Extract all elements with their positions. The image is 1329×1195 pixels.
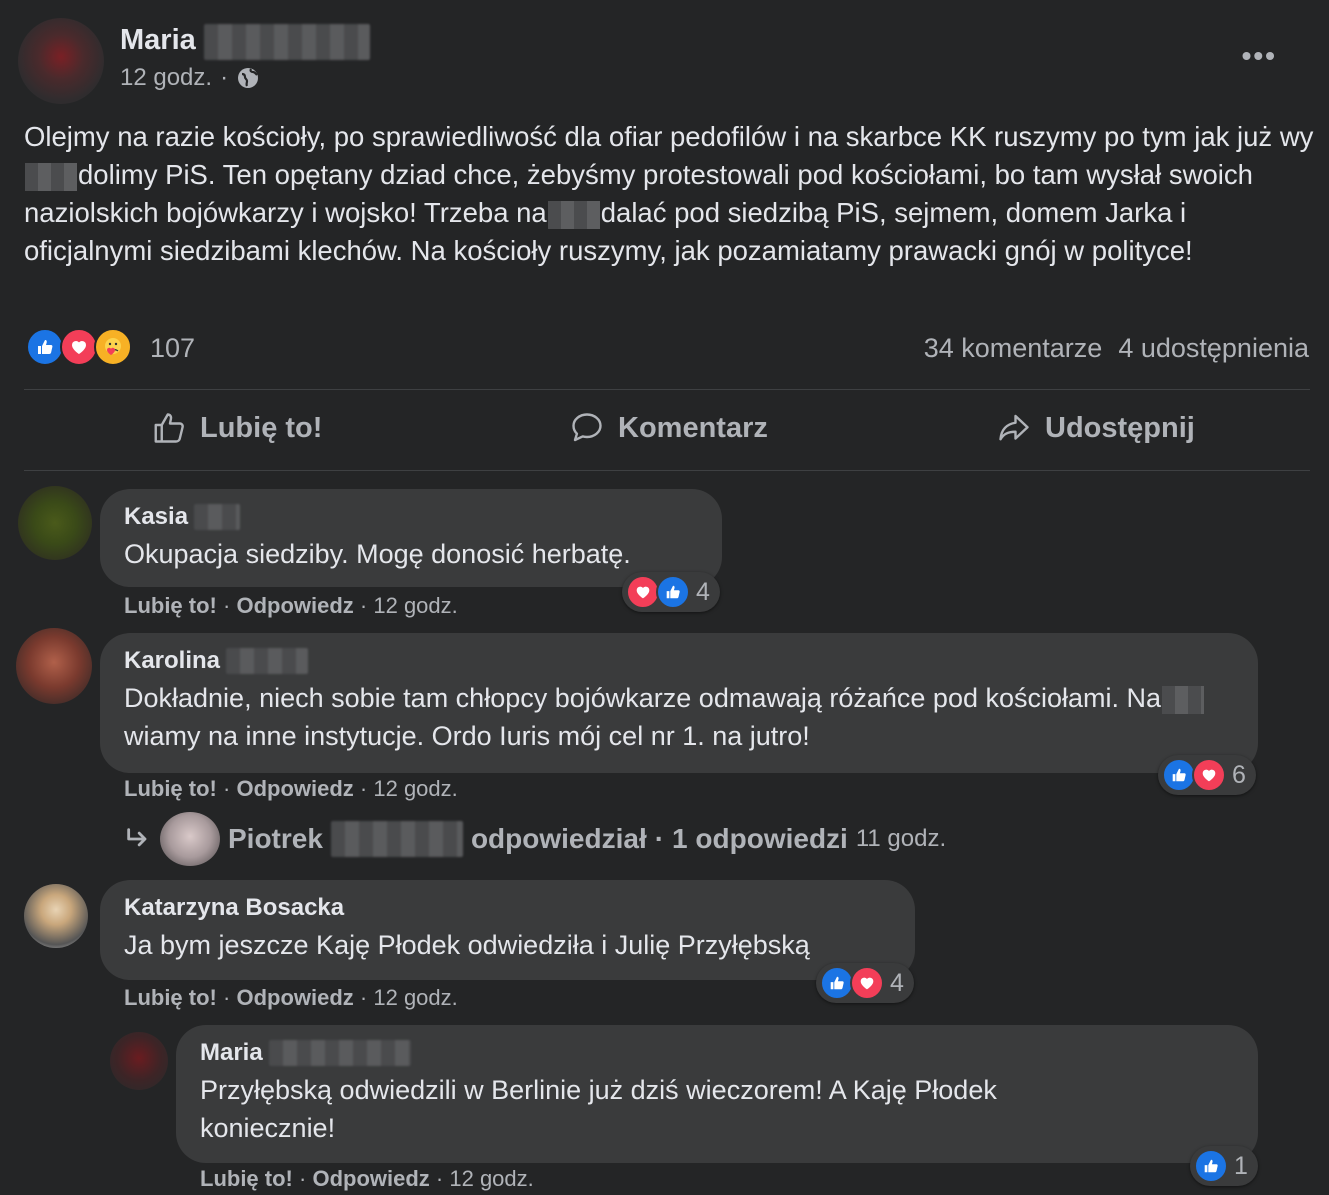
comment-text: Okupacja siedziby. Mogę donosić herbatę.	[124, 539, 631, 569]
comment-text: Dokładnie, niech sobie tam chłopcy bojów…	[124, 679, 1234, 755]
post-reactions[interactable]	[26, 328, 132, 366]
commenter-avatar[interactable]	[18, 486, 92, 560]
redacted-surname	[226, 648, 309, 674]
comment-reactions[interactable]: 4	[622, 572, 720, 612]
post-stats: 34 komentarze 4 udostępnienia	[924, 333, 1309, 364]
comment-actions: Lubię to! · Odpowiedz · 12 godz.	[200, 1166, 534, 1191]
comment-reply-link[interactable]: Odpowiedz	[236, 776, 353, 801]
post-text: Olejmy na razie kościoły, po sprawiedliw…	[24, 121, 1314, 266]
comment-time[interactable]: 12 godz.	[373, 985, 457, 1010]
love-reaction-icon	[850, 966, 884, 1000]
comment-bubble: Kasia Okupacja siedziby. Mogę donosić he…	[100, 489, 722, 587]
redacted-surname	[268, 1040, 411, 1066]
like-reaction-icon	[820, 966, 854, 1000]
comment-text: Ja bym jeszcze Kaję Płodek odwiedziła i …	[124, 930, 810, 960]
redacted-word	[25, 162, 77, 191]
comment-bubble: Maria Przyłębską odwiedzili w Berlinie j…	[176, 1025, 1258, 1163]
divider	[24, 470, 1310, 471]
comment-actions: Lubię to! · Odpowiedz · 12 godz.	[124, 593, 458, 618]
share-button[interactable]: Udostępnij	[995, 410, 1195, 446]
comment-time[interactable]: 12 godz.	[373, 776, 457, 801]
replier-avatar	[160, 812, 220, 866]
redacted-surname	[330, 821, 463, 857]
reply-arrow-icon	[127, 828, 147, 847]
comment-button[interactable]: Komentarz	[568, 410, 768, 446]
shares-count[interactable]: 4 udostępnienia	[1118, 333, 1309, 364]
redacted-word	[1162, 685, 1205, 714]
comment-reactions[interactable]: 4	[816, 963, 914, 1003]
comment-time[interactable]: 12 godz.	[449, 1166, 533, 1191]
comment-reply-link[interactable]: Odpowiedz	[312, 1166, 429, 1191]
like-reaction-icon	[656, 575, 690, 609]
commenter-avatar[interactable]	[16, 628, 92, 704]
comment-actions: Lubię to! · Odpowiedz · 12 godz.	[124, 776, 458, 801]
comment-time[interactable]: 12 godz.	[373, 593, 457, 618]
replier-name: Piotrek	[228, 823, 323, 854]
comment-icon	[572, 413, 602, 442]
commenter-name[interactable]: Kasia	[124, 503, 188, 531]
post-author-name[interactable]: Maria	[120, 24, 196, 57]
comment-reply-link[interactable]: Odpowiedz	[236, 593, 353, 618]
comment-reactions[interactable]: 1	[1190, 1146, 1258, 1186]
commenter-avatar[interactable]	[24, 884, 88, 948]
comment-like-link[interactable]: Lubię to!	[124, 593, 217, 618]
love-reaction-icon	[626, 575, 660, 609]
redacted-surname	[194, 504, 241, 530]
commenter-name[interactable]: Katarzyna Bosacka	[124, 894, 344, 922]
view-replies-link[interactable]: Piotrek odpowiedział · 1 odpowiedzi 11 g…	[124, 812, 946, 866]
comments-count[interactable]: 34 komentarze	[924, 333, 1103, 364]
comment-reply-link[interactable]: Odpowiedz	[236, 985, 353, 1010]
thumbs-up-icon	[154, 413, 184, 443]
reaction-count[interactable]: 107	[150, 333, 195, 364]
comment-like-link[interactable]: Lubię to!	[124, 776, 217, 801]
like-reaction-icon	[1194, 1149, 1228, 1183]
reply-time: 11 godz.	[855, 825, 947, 852]
redacted-word	[547, 200, 600, 229]
reply-count: 1 odpowiedzi	[672, 823, 848, 854]
love-reaction-icon	[1192, 758, 1226, 792]
love-reaction-icon	[60, 328, 98, 366]
share-icon	[999, 414, 1029, 441]
divider	[24, 389, 1310, 390]
commenter-name[interactable]: Maria	[200, 1039, 263, 1067]
more-options-icon[interactable]: •••	[1242, 40, 1277, 72]
post-meta: 12 godz. ·	[120, 64, 260, 92]
post-time[interactable]: 12 godz.	[120, 64, 212, 92]
redacted-surname	[204, 24, 370, 60]
like-reaction-icon	[1162, 758, 1196, 792]
comment-like-link[interactable]: Lubię to!	[200, 1166, 293, 1191]
author-avatar[interactable]	[18, 18, 104, 104]
comment-like-link[interactable]: Lubię to!	[124, 985, 217, 1010]
globe-icon	[238, 68, 259, 88]
care-reaction-icon	[94, 328, 132, 366]
comment-actions: Lubię to! · Odpowiedz · 12 godz.	[124, 985, 458, 1010]
comment-reactions[interactable]: 6	[1158, 755, 1256, 795]
like-button[interactable]: Lubię to!	[152, 410, 322, 446]
like-reaction-icon	[26, 328, 64, 366]
commenter-name[interactable]: Karolina	[124, 647, 220, 675]
comment-bubble: Karolina Dokładnie, niech sobie tam chło…	[100, 633, 1258, 773]
commenter-avatar[interactable]	[110, 1032, 168, 1090]
comment-bubble: Katarzyna Bosacka Ja bym jeszcze Kaję Pł…	[100, 880, 915, 980]
comment-text: Przyłębską odwiedzili w Berlinie już dzi…	[200, 1075, 997, 1143]
